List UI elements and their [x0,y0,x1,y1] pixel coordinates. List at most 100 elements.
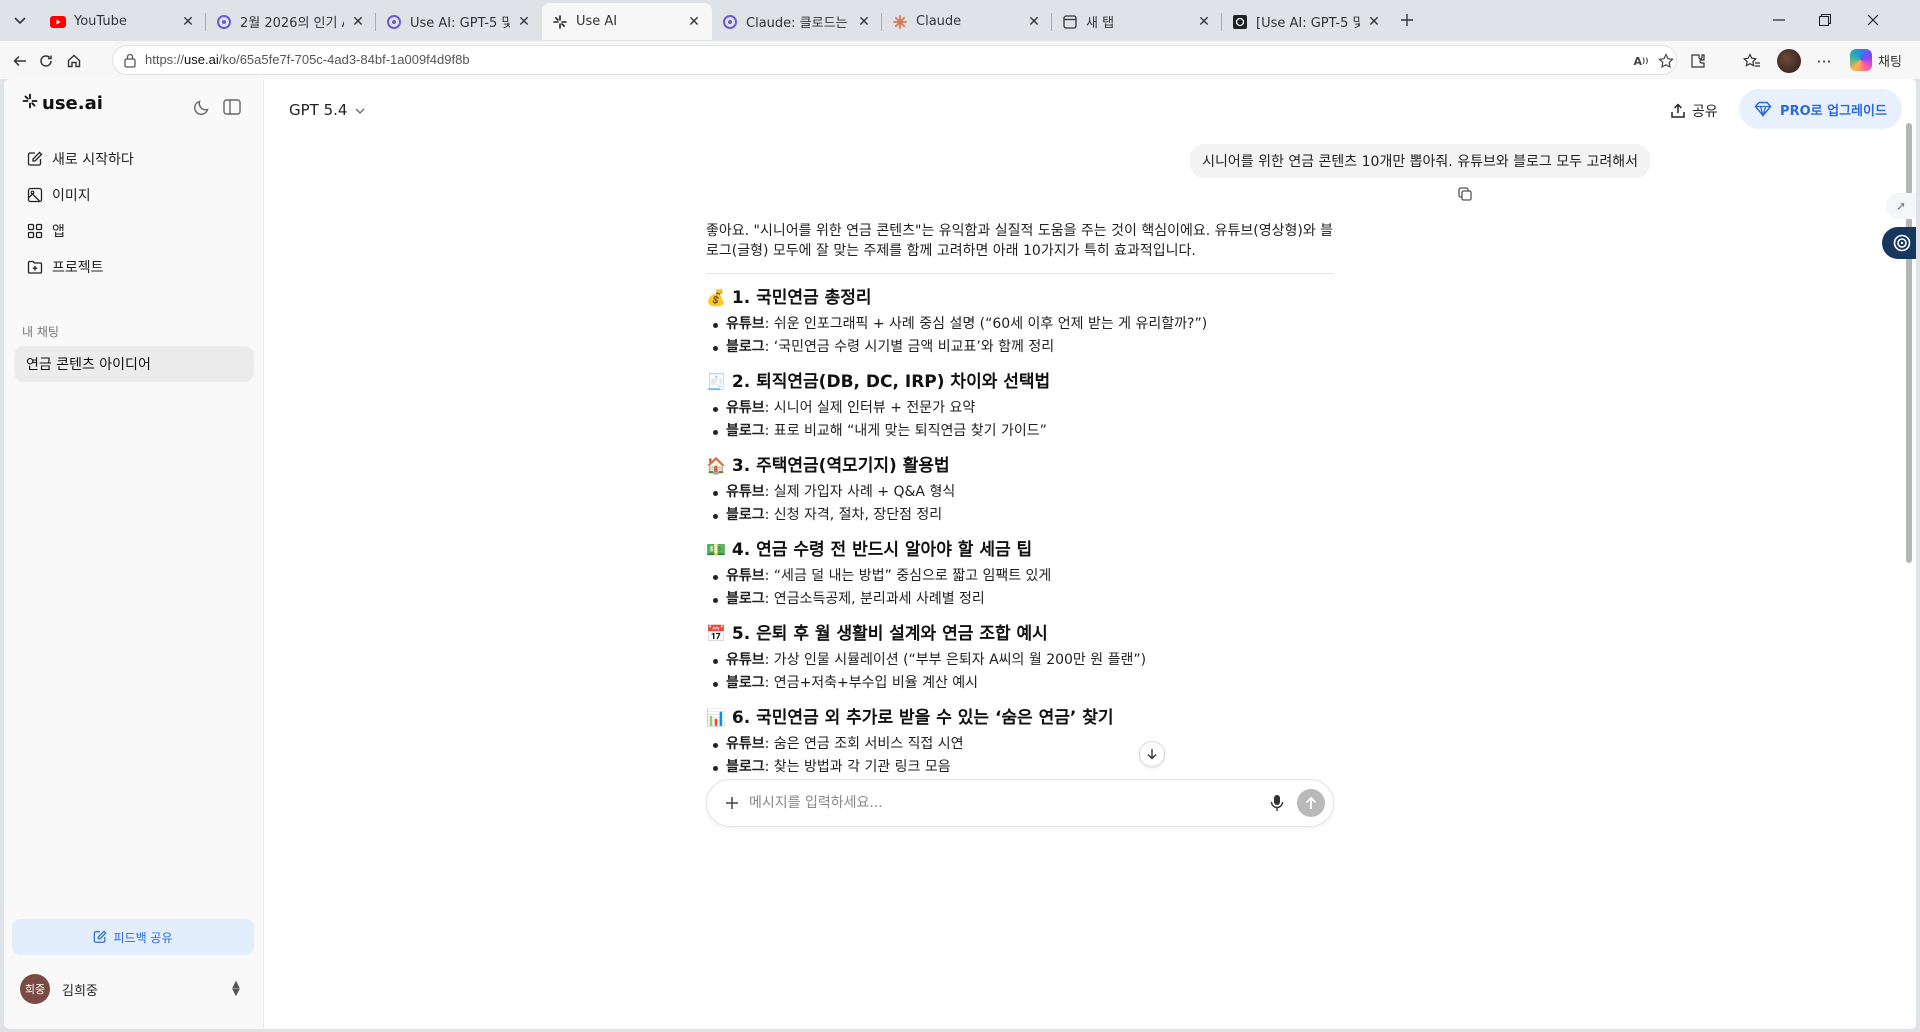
close-icon[interactable]: ✕ [1026,14,1042,30]
favorite-star-icon[interactable] [1656,51,1676,71]
refresh-icon[interactable] [34,49,58,73]
more-options-icon[interactable]: ··· [1812,49,1836,73]
microphone-icon[interactable] [1267,793,1287,813]
section-list: 유튜브: 숨은 연금 조회 서비스 직접 시연 블로그: 찾는 방법과 각 기관… [706,734,1334,780]
browser-tab-use-ai-gpt5[interactable]: Use AI: GPT-5 및 Claude와 ✕ [376,3,542,40]
sidebar-item-label: 프로젝트 [52,260,104,276]
browser-tab-ai-websites[interactable]: 2월 2026의 인기 AI 웹사이트 ✕ [206,3,376,40]
browser-tab-use-ai-gpt5-2[interactable]: [Use AI: GPT-5 및 Claude와 ✕ [1222,3,1392,40]
section-heading: 📅 5. 은퇴 후 월 생활비 설계와 연금 조합 예시 [706,624,1334,644]
browser-tab-youtube[interactable]: YouTube ✕ [40,3,206,40]
youtube-label: 유튜브 [726,652,765,668]
message-input[interactable] [749,792,1249,814]
image-icon [26,186,44,204]
extensions-icon[interactable] [1686,49,1710,73]
close-icon[interactable]: ✕ [350,14,366,30]
dark-mode-moon-icon[interactable] [190,95,214,119]
sidebar-item-images[interactable]: 이미지 [14,177,254,213]
upgrade-pro-button[interactable]: PRO로 업그레이드 [1739,89,1902,129]
tab-actions-menu-button[interactable] [6,8,34,34]
close-icon[interactable]: ✕ [856,14,872,30]
sidebar-tool-icon[interactable]: ➚ [1886,193,1916,219]
close-window-button[interactable] [1850,6,1896,34]
home-icon[interactable] [62,49,86,73]
blog-label: 블로그 [726,675,765,691]
back-icon[interactable] [8,49,32,73]
chevron-up-down-icon: ▲ ▼ [232,979,240,998]
new-tab-button[interactable] [1392,6,1422,34]
sidebar-item-projects[interactable]: 프로젝트 [14,249,254,285]
blog-label: 블로그 [726,591,765,607]
sidebar-item-label: 이미지 [52,188,91,204]
blog-idea: : 찾는 방법과 각 기관 링크 모음 [764,759,951,775]
my-chats-heading: 내 채팅 [22,325,59,339]
section-heading: 🏠 3. 주택연금(역모기지) 활용법 [706,456,1334,476]
copy-icon[interactable] [1456,185,1474,203]
feedback-share-button[interactable]: 피드백 공유 [12,919,254,955]
user-name: 김희중 [62,983,98,999]
sidebar-item-apps[interactable]: 앱 [14,213,254,249]
copilot-chat-button[interactable]: 채팅 [1850,49,1902,71]
profile-avatar[interactable] [1777,49,1801,73]
content-idea-section: 💰 1. 국민연금 총정리 유튜브: 쉬운 인포그래픽 + 사례 중심 설명 (“… [706,288,1334,360]
read-aloud-icon[interactable]: A)) [1631,51,1651,71]
message-composer [706,779,1334,827]
avatar: 희중 [20,974,50,1004]
section-list: 유튜브: 시니어 실제 인터뷰 + 전문가 요약 블로그: 표로 비교해 “내게… [706,398,1334,444]
sidebar-item-new-chat[interactable]: 새로 시작하다 [14,141,254,177]
youtube-idea: : 쉬운 인포그래픽 + 사례 중심 설명 (“60세 이후 언제 받는 게 유… [764,316,1208,332]
youtube-label: 유튜브 [726,736,765,752]
section-title: 4. 연금 수령 전 반드시 알아야 할 세금 팁 [731,540,1033,560]
list-item: 유튜브: “세금 덜 내는 방법” 중심으로 짧고 임팩트 있게 [706,566,1334,589]
tab-title: 새 탭 [1086,16,1115,31]
minimize-button[interactable] [1756,6,1802,34]
section-title: 2. 퇴직연금(DB, DC, IRP) 차이와 선택법 [731,372,1051,392]
sidebar: use.ai 새로 시작하다 이미지 앱 프로젝트 내 채팅 연금 콘텐츠 아이… [4,79,264,1029]
copilot-label: 채팅 [1878,54,1902,70]
youtube-label: 유튜브 [726,484,765,500]
list-item: 유튜브: 실제 가입자 사례 + Q&A 형식 [706,482,1334,505]
section-list: 유튜브: 실제 가입자 사례 + Q&A 형식 블로그: 신청 자격, 절차, … [706,482,1334,528]
model-selector[interactable]: GPT 5.4 [289,101,365,119]
scrollbar-thumb[interactable] [1906,123,1912,563]
section-title: 3. 주택연금(역모기지) 활용법 [731,456,950,476]
list-item: 블로그: 연금소득공제, 분리과세 사례별 정리 [706,589,1334,612]
tab-title: Use AI: GPT-5 및 Claude와 [410,16,510,31]
browser-tab-use-ai[interactable]: Use AI ✕ [542,3,712,40]
attach-plus-icon[interactable] [721,792,743,814]
content-idea-section: 🏠 3. 주택연금(역모기지) 활용법 유튜브: 실제 가입자 사례 + Q&A … [706,456,1334,528]
chat-list-item[interactable]: 연금 콘텐츠 아이디어 [14,346,254,382]
section-list: 유튜브: 가상 인물 시뮬레이션 (“부부 은퇴자 A씨의 월 200만 원 플… [706,650,1334,696]
blog-label: 블로그 [726,507,765,523]
close-icon[interactable]: ✕ [1196,14,1212,30]
openai-icon [216,14,232,30]
share-button[interactable]: 공유 [1670,95,1718,127]
user-message-bubble: 시니어를 위한 연금 콘텐츠 10개만 뽑아줘. 유튜브와 블로그 모두 고려해… [1190,144,1650,178]
calendar-icon: 📅 [706,624,726,643]
floating-assistant-button[interactable] [1882,227,1916,259]
close-icon[interactable]: ✕ [516,14,532,30]
logo-text: use.ai [42,93,103,114]
address-bar[interactable]: https://use.ai/ko/65a5fe7f-705c-4ad3-84b… [112,45,1677,75]
youtube-idea: : 가상 인물 시뮬레이션 (“부부 은퇴자 A씨의 월 200만 원 플랜”) [764,652,1147,668]
send-button[interactable] [1297,789,1325,817]
section-heading: 💰 1. 국민연금 총정리 [706,288,1334,308]
list-item: 유튜브: 쉬운 인포그래픽 + 사례 중심 설명 (“60세 이후 언제 받는 … [706,314,1334,337]
close-icon[interactable]: ✕ [686,14,702,30]
browser-tab-claude-natural[interactable]: Claude: 클로드는 자연어를 ✕ [712,3,882,40]
scroll-to-bottom-button[interactable] [1139,741,1165,767]
use-ai-logo[interactable]: use.ai [22,93,103,114]
sidebar-toggle-icon[interactable] [220,95,244,119]
divider [706,273,1334,274]
close-icon[interactable]: ✕ [180,14,196,30]
browser-tab-claude[interactable]: Claude ✕ [882,3,1052,40]
diamond-icon [1754,101,1772,117]
restore-button[interactable] [1802,6,1848,34]
favorites-icon[interactable] [1740,49,1764,73]
target-icon [1893,234,1911,252]
content-idea-section: 📅 5. 은퇴 후 월 생활비 설계와 연금 조합 예시 유튜브: 가상 인물 시… [706,624,1334,696]
browser-tab-new-tab[interactable]: 새 탭 ✕ [1052,3,1222,40]
folder-plus-icon [26,258,44,276]
user-account-menu[interactable]: 희중 김희중 ▲ ▼ [12,967,254,1011]
close-icon[interactable]: ✕ [1366,14,1382,30]
